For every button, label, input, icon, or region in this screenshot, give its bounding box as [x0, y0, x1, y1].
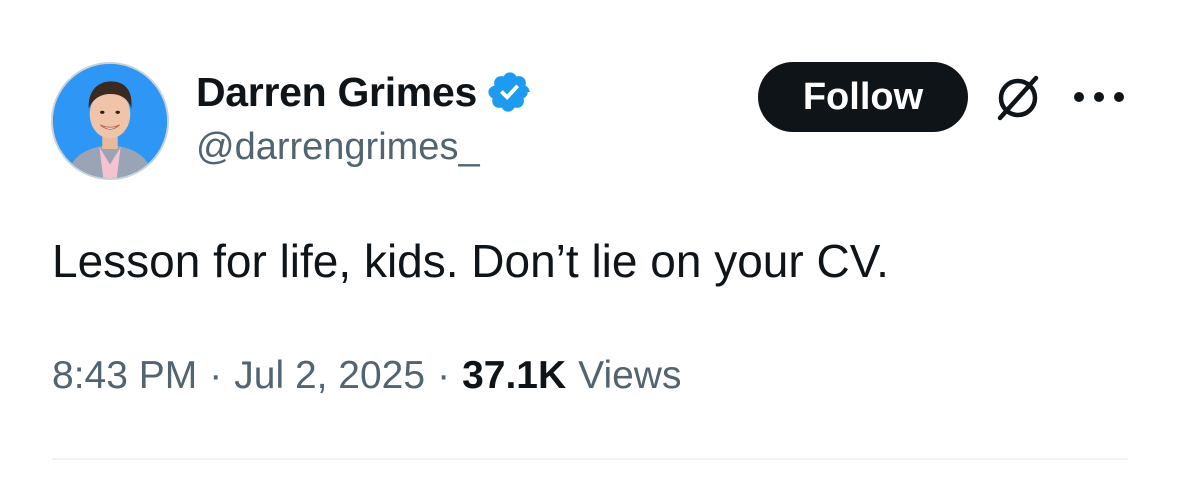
follow-button[interactable]: Follow [758, 62, 968, 132]
more-dot [1094, 92, 1104, 102]
divider [52, 458, 1128, 460]
author-name-row: Darren Grimes [196, 66, 533, 118]
tweet-meta: 8:43 PM · Jul 2, 2025 · 37.1K Views [52, 350, 681, 402]
verified-badge-icon[interactable] [487, 69, 533, 115]
views-label[interactable]: Views [578, 350, 681, 402]
more-dot [1074, 92, 1084, 102]
meta-separator: · [437, 354, 451, 397]
meta-separator: · [209, 354, 223, 397]
tweet-date[interactable]: Jul 2, 2025 [234, 350, 425, 402]
more-dot [1114, 92, 1124, 102]
grok-icon[interactable] [992, 72, 1044, 124]
views-count[interactable]: 37.1K [462, 350, 566, 402]
author-handle[interactable]: @darrengrimes_ [196, 126, 480, 169]
tweet-time[interactable]: 8:43 PM [52, 350, 197, 402]
author-display-name[interactable]: Darren Grimes [196, 69, 477, 116]
avatar-image [53, 64, 167, 178]
tweet-text: Lesson for life, kids. Don’t lie on your… [52, 235, 889, 287]
tweet-card: Darren Grimes @darrengrimes_ Follow Less… [0, 0, 1179, 487]
avatar[interactable] [51, 62, 169, 180]
more-icon[interactable] [1074, 82, 1124, 112]
